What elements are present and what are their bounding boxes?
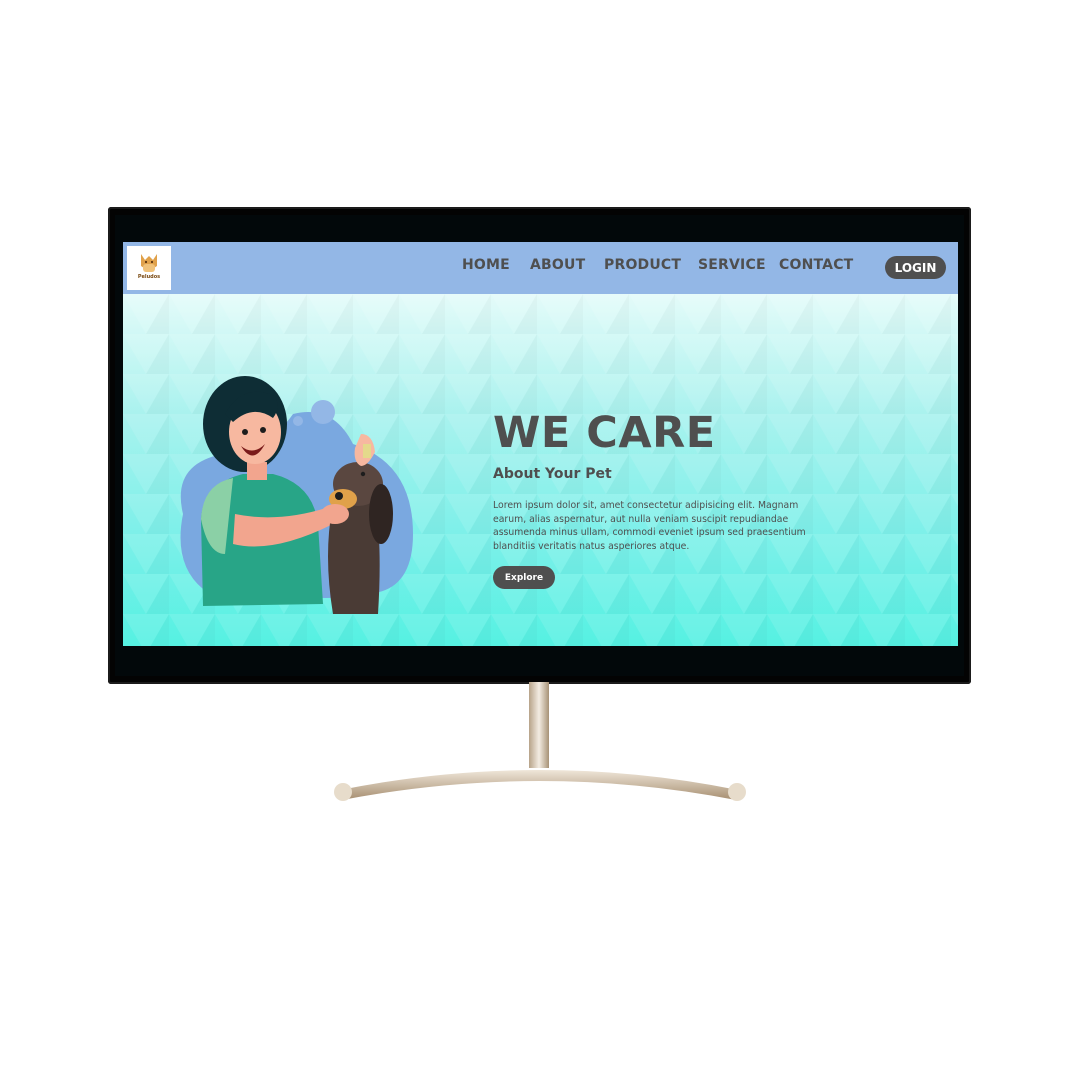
login-button[interactable]: LOGIN	[885, 256, 946, 279]
explore-button[interactable]: Explore	[493, 566, 555, 589]
nav-item-about[interactable]: ABOUT	[530, 257, 585, 273]
woman-with-dog-illustration	[180, 376, 413, 614]
nav-item-service[interactable]: SERVICE	[698, 257, 766, 273]
nav-item-contact[interactable]: CONTACT	[779, 257, 853, 273]
website-screen: Peludos HOME ABOUT PRODUCT SERVICE CONTA…	[123, 242, 958, 646]
hero-description: Lorem ipsum dolor sit, amet consectetur …	[493, 500, 806, 552]
monitor-stand	[334, 682, 746, 801]
hero-title: WE CARE	[493, 408, 716, 458]
nav-links: HOME ABOUT PRODUCT SERVICE CONTACT	[123, 242, 958, 294]
nav-item-home[interactable]: HOME	[462, 257, 510, 273]
nav-item-product[interactable]: PRODUCT	[604, 257, 681, 273]
navbar: Peludos HOME ABOUT PRODUCT SERVICE CONTA…	[123, 242, 958, 294]
hero-section: WE CARE About Your Pet Lorem ipsum dolor…	[123, 294, 958, 646]
hero-subtitle: About Your Pet	[493, 466, 612, 482]
